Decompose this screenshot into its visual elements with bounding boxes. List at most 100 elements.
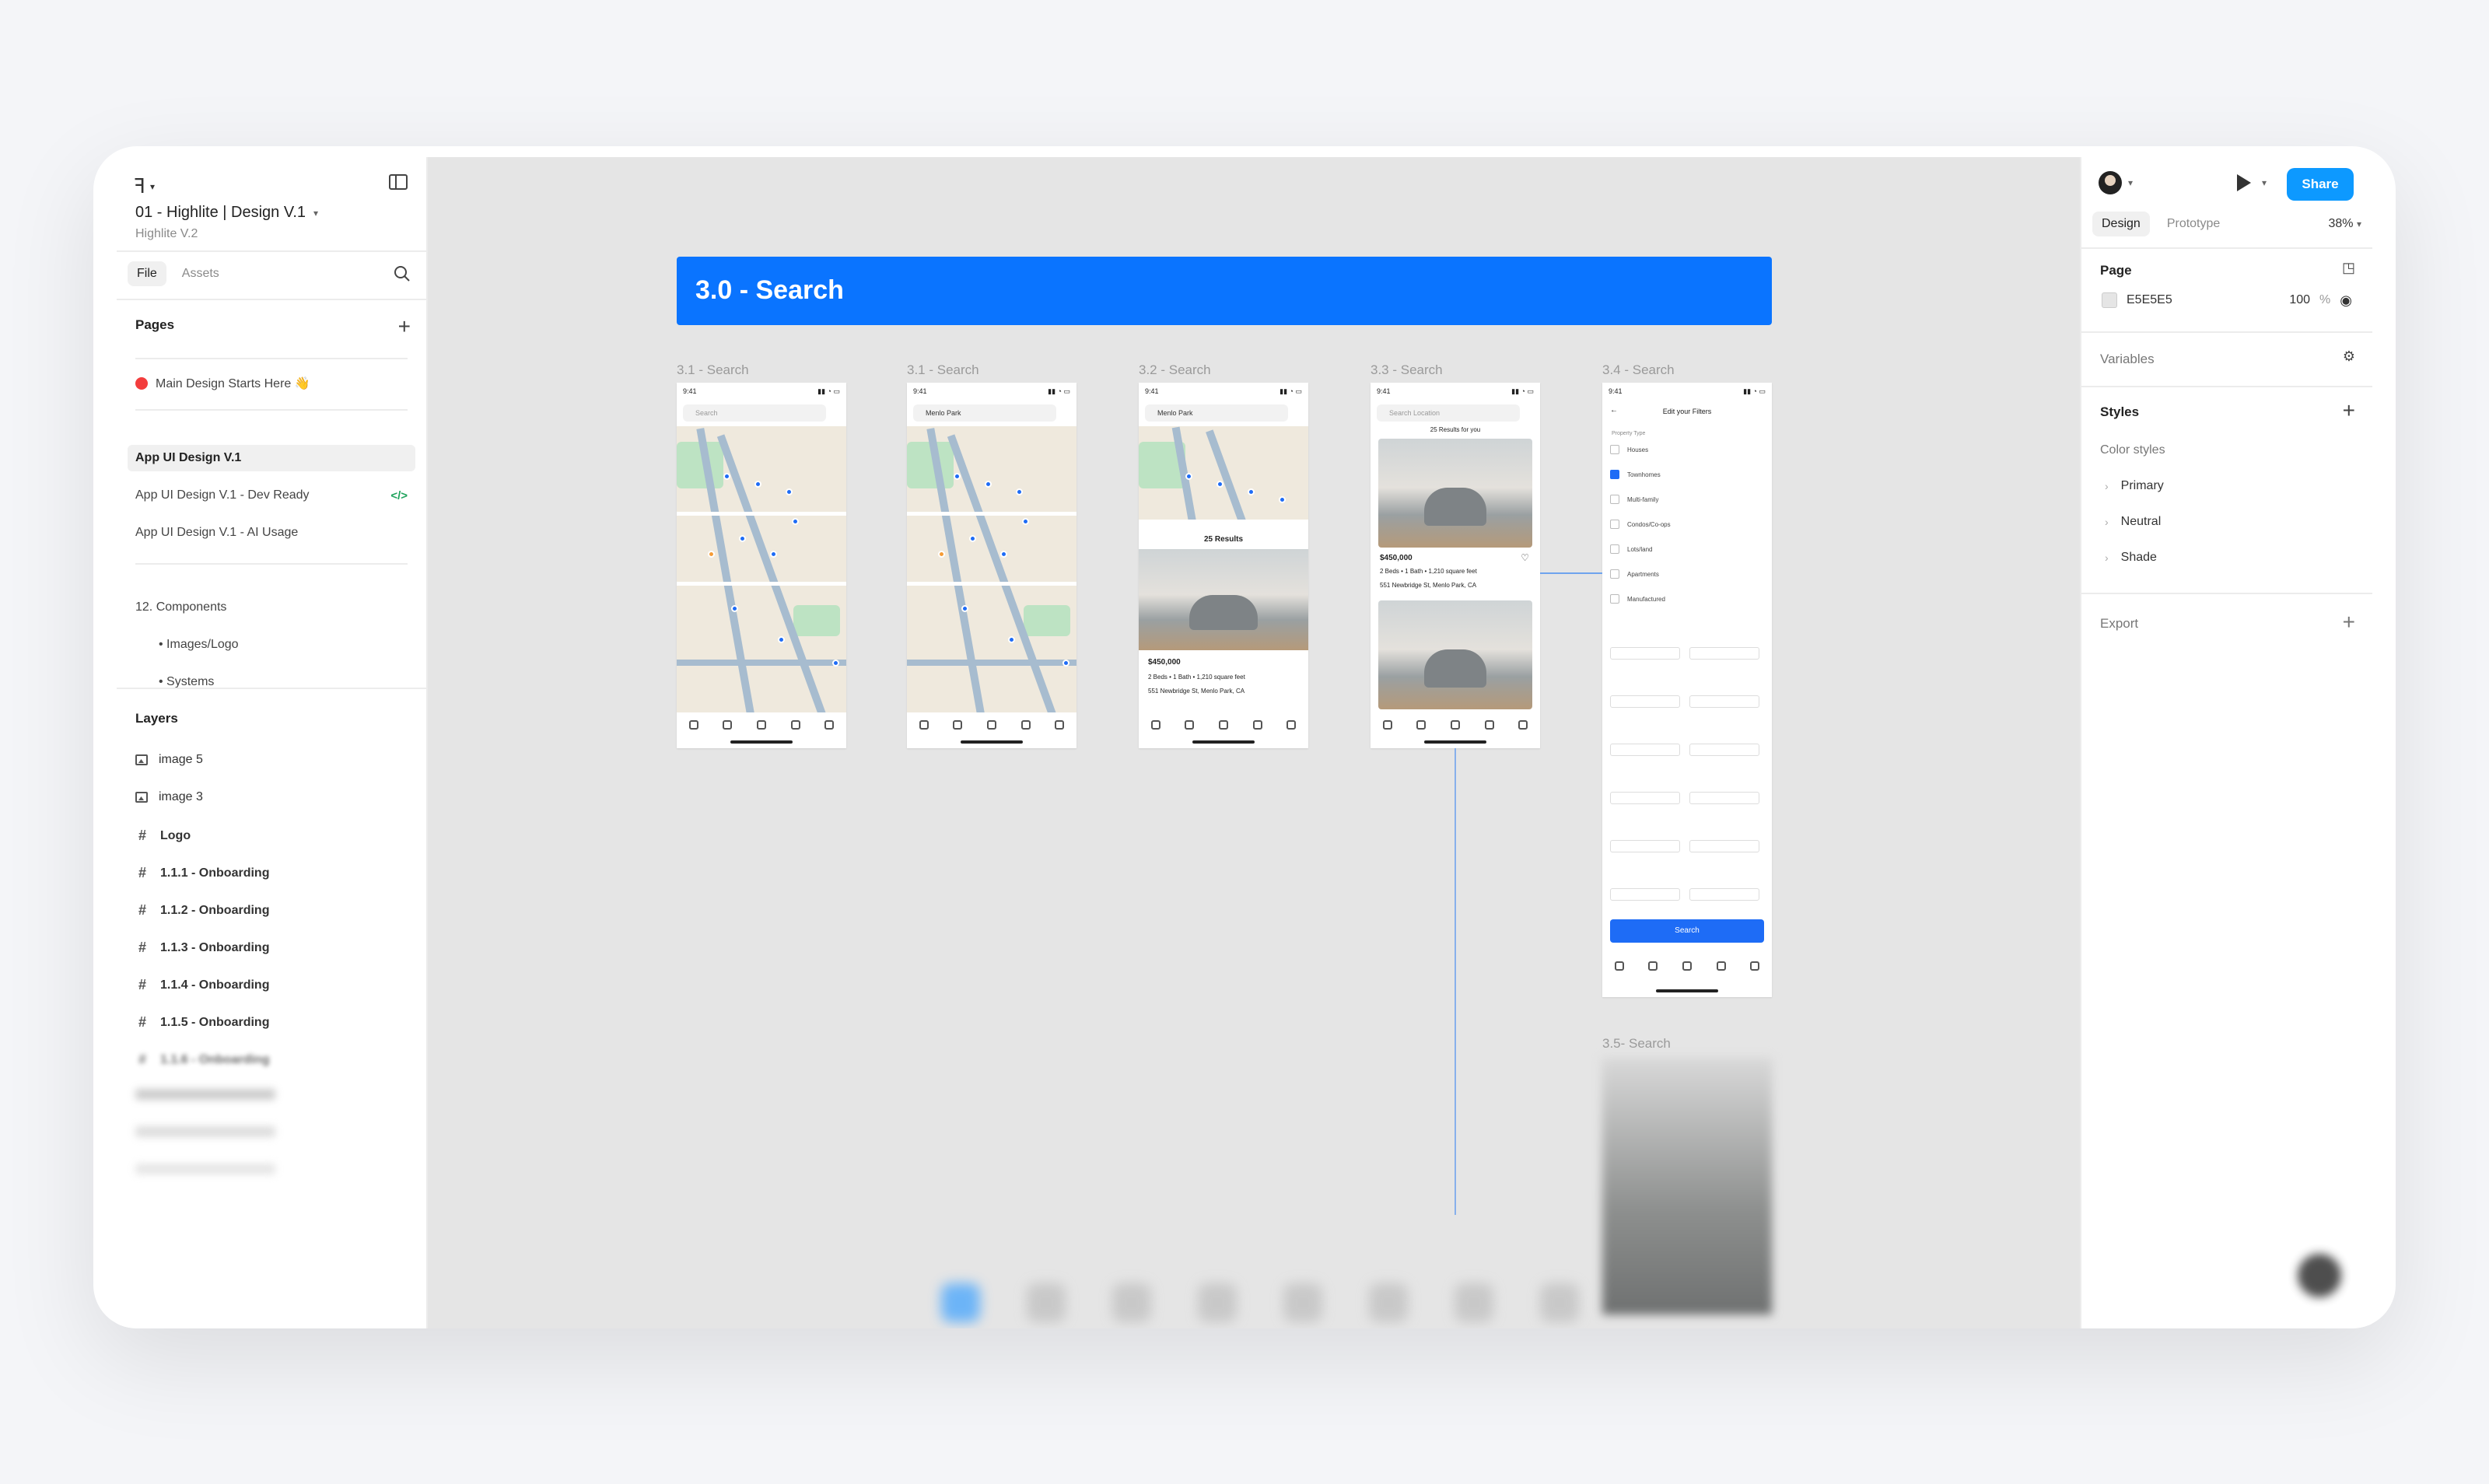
chevron-down-icon[interactable]: ▾ <box>2128 177 2133 188</box>
divider <box>117 299 426 300</box>
status-time: 9:41 <box>1145 387 1159 395</box>
share-button[interactable]: Share <box>2287 168 2354 201</box>
layer-item[interactable]: # 1.1.1 - Onboarding <box>135 865 269 881</box>
frame-label[interactable]: 3.1 - Search <box>907 362 979 378</box>
page-item-main-design[interactable]: Main Design Starts Here 👋 <box>128 370 415 397</box>
listing-specs: 2 Beds • 1 Bath • 1,210 square feet <box>1148 674 1245 681</box>
layer-item[interactable]: image 3 <box>135 790 203 804</box>
page-item-ai-usage[interactable]: App UI Design V.1 - AI Usage <box>128 520 415 546</box>
tab-file[interactable]: File <box>128 261 166 286</box>
filter-select <box>1689 792 1759 804</box>
color-style-group[interactable]: › Neutral <box>2105 515 2161 529</box>
divider <box>117 688 426 689</box>
frame-label[interactable]: 3.1 - Search <box>677 362 749 378</box>
frame-icon: # <box>138 1052 146 1067</box>
layer-item[interactable]: image 5 <box>135 753 203 767</box>
layer-label: 1.1.2 - Onboarding <box>160 903 270 917</box>
layer-label: 1.1.4 - Onboarding <box>160 978 270 992</box>
filter-select <box>1610 695 1680 708</box>
filter-option: Apartments <box>1610 569 1659 579</box>
page-item-label: App UI Design V.1 - Dev Ready <box>135 488 310 502</box>
add-export-icon[interactable]: + <box>2343 610 2355 635</box>
page-style-icon[interactable]: ◳ <box>2342 260 2355 276</box>
filter-option: Multi-family <box>1610 495 1658 504</box>
phone-frame-3-5[interactable] <box>1602 1058 1772 1314</box>
page-item-systems[interactable]: • Systems <box>128 669 415 695</box>
file-title[interactable]: 01 - Highlite | Design V.1 ▾ <box>135 204 318 222</box>
phone-frame-3-1b[interactable]: 9:41 ▮▮ ◔ ▭ Menlo Park <box>907 383 1076 748</box>
variables-settings-icon[interactable]: ⚙ <box>2343 348 2355 365</box>
listing-specs: 2 Beds • 1 Bath • 1,210 square feet <box>1380 568 1477 575</box>
image-icon <box>135 754 148 765</box>
phone-frame-3-3[interactable]: 9:41 ▮▮ ◔ ▭ Search Location 25 Results f… <box>1371 383 1540 748</box>
tab-prototype[interactable]: Prototype <box>2158 212 2229 236</box>
export-title[interactable]: Export <box>2100 616 2138 632</box>
page-item-images-logo[interactable]: • Images/Logo <box>128 632 415 658</box>
layer-label: image 5 <box>159 753 203 766</box>
home-indicator <box>1656 989 1718 992</box>
eye-icon[interactable]: ◉ <box>2340 292 2352 309</box>
color-style-group[interactable]: › Shade <box>2105 551 2157 565</box>
phone-frame-3-2[interactable]: 9:41 ▮▮ ◔ ▭ Menlo Park 25 Results $450,0… <box>1139 383 1308 748</box>
map-view <box>677 426 846 712</box>
frame-label[interactable]: 3.2 - Search <box>1139 362 1211 378</box>
property-type-label: Property Type <box>1612 431 1646 436</box>
frame-icon: # <box>138 902 146 918</box>
layer-item[interactable]: # 1.1.3 - Onboarding <box>135 940 269 956</box>
avatar[interactable] <box>2099 171 2122 194</box>
status-icons: ▮▮ ◔ ▭ <box>817 387 840 395</box>
page-item-components[interactable]: 12. Components <box>128 594 415 621</box>
page-opacity[interactable]: 100 <box>2289 293 2310 307</box>
color-swatch[interactable] <box>2102 292 2117 308</box>
filter-option: Lots/land <box>1610 544 1652 554</box>
frame-label[interactable]: 3.5- Search <box>1602 1036 1671 1052</box>
layer-item[interactable]: # 1.1.2 - Onboarding <box>135 902 269 919</box>
phone-frame-3-1[interactable]: 9:41 ▮▮ ◔ ▭ Search <box>677 383 846 748</box>
layer-item[interactable]: # Logo <box>135 828 191 844</box>
project-name[interactable]: Highlite V.2 <box>135 227 198 241</box>
tab-assets[interactable]: Assets <box>173 261 229 286</box>
color-style-group[interactable]: › Primary <box>2105 479 2164 493</box>
left-tabbar: File Assets <box>128 258 415 289</box>
add-page-icon[interactable]: + <box>398 316 411 338</box>
listing-address: 551 Newbridge St, Menlo Park, CA <box>1380 582 1477 589</box>
add-style-icon[interactable]: + <box>2343 398 2355 423</box>
filter-select <box>1689 744 1759 756</box>
frame-label[interactable]: 3.3 - Search <box>1371 362 1443 378</box>
home-indicator <box>1192 740 1255 744</box>
listing-photo <box>1378 600 1532 709</box>
page-item-label: App UI Design V.1 <box>135 451 242 464</box>
canvas[interactable]: 3.0 - Search 3.1 - Search 9:41 ▮▮ ◔ ▭ Se… <box>428 157 2080 1328</box>
layer-item[interactable]: # 1.1.6 - Onboarding <box>135 1052 269 1068</box>
divider <box>2081 247 2372 249</box>
filter-select <box>1689 695 1759 708</box>
page-color-hex[interactable]: E5E5E5 <box>2127 293 2172 307</box>
sidebar-toggle-icon[interactable] <box>389 174 408 190</box>
tab-design[interactable]: Design <box>2092 212 2150 236</box>
home-indicator <box>730 740 793 744</box>
color-styles-label: Color styles <box>2100 443 2165 457</box>
present-play-icon[interactable] <box>2237 174 2251 191</box>
divider <box>117 250 426 252</box>
variables-title[interactable]: Variables <box>2100 352 2155 367</box>
map-search-bar: Search <box>683 404 826 422</box>
page-item-dev-ready[interactable]: App UI Design V.1 - Dev Ready </> <box>128 482 415 509</box>
frame-label[interactable]: 3.4 - Search <box>1602 362 1675 378</box>
phone-frame-3-4[interactable]: 9:41 ▮▮ ◔ ▭ ← Edit your Filters Property… <box>1602 383 1772 997</box>
section-banner[interactable]: 3.0 - Search <box>677 257 1772 325</box>
zoom-level[interactable]: 38% ▾ <box>2328 217 2361 231</box>
help-button[interactable] <box>2298 1254 2341 1297</box>
status-icons: ▮▮ ◔ ▭ <box>1048 387 1070 395</box>
chevron-down-icon[interactable]: ▾ <box>2262 177 2267 188</box>
prototype-connector <box>1540 572 1602 574</box>
divider <box>135 358 408 359</box>
page-item-app-ui-design[interactable]: App UI Design V.1 <box>128 445 415 471</box>
frame-icon: # <box>138 865 146 880</box>
page-background-color[interactable]: E5E5E5 100 % ◉ <box>2097 285 2357 316</box>
search-icon[interactable] <box>394 265 411 282</box>
divider <box>2081 593 2372 594</box>
figma-menu-button[interactable]: ꟻ ▾ <box>134 174 155 198</box>
status-time: 9:41 <box>1377 387 1391 395</box>
layer-item[interactable]: # 1.1.4 - Onboarding <box>135 977 269 993</box>
layer-item[interactable]: # 1.1.5 - Onboarding <box>135 1014 269 1031</box>
